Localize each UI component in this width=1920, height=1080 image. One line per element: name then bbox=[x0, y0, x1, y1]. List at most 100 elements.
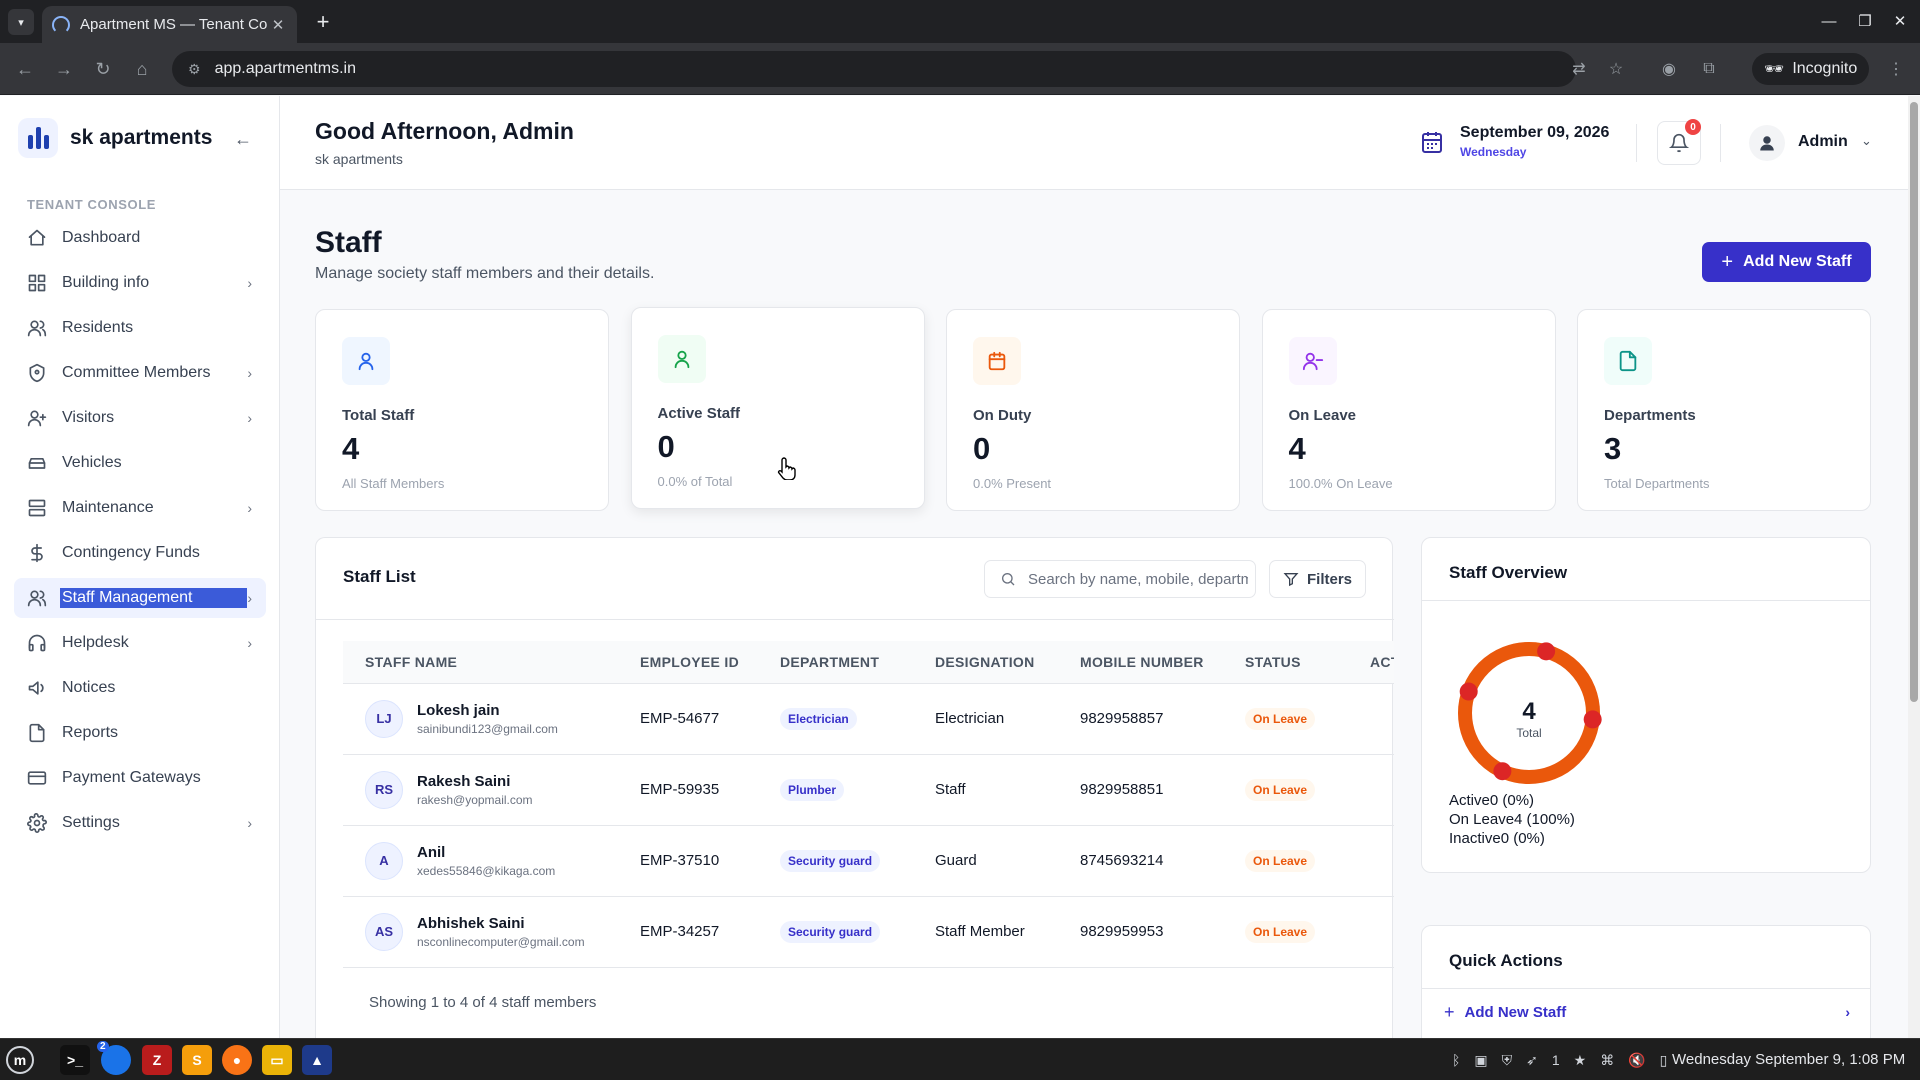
sidebar-item-label: Payment Gateways bbox=[62, 769, 201, 786]
table-row[interactable]: LJ Lokesh jain sainibundi123@gmail.com EMP-… bbox=[343, 683, 1394, 755]
sidebar-item-payment-gateways[interactable]: Payment Gateways bbox=[14, 758, 266, 798]
sidebar-item-dashboard[interactable]: Dashboard bbox=[14, 218, 266, 258]
brand-logo-icon bbox=[18, 118, 58, 158]
table-header-row: STAFF NAME EMPLOYEE ID DEPARTMENT DESIGNATI… bbox=[343, 641, 1394, 684]
dollar-icon bbox=[26, 542, 48, 564]
sidebar-item-vehicles[interactable]: Vehicles bbox=[14, 443, 266, 483]
quick-actions-card: Quick Actions + Add New Staff › bbox=[1421, 925, 1871, 1038]
document-icon bbox=[1604, 337, 1652, 385]
bookmark-star-icon[interactable]: ☆ bbox=[1601, 51, 1631, 87]
donut-marker[interactable] bbox=[1493, 762, 1512, 781]
column-header: ACTIONS bbox=[1348, 641, 1394, 684]
table-row[interactable]: AS Abhishek Saini nsconlinecomputer@gmail.… bbox=[343, 896, 1394, 968]
new-tab-button[interactable]: + bbox=[310, 9, 336, 35]
filters-button[interactable]: Filters bbox=[1269, 560, 1366, 598]
volume-muted-icon[interactable]: 🔇 bbox=[1628, 1052, 1645, 1069]
brand[interactable]: sk apartments bbox=[18, 118, 212, 158]
address-bar[interactable]: ⚙ app.apartmentms.in bbox=[172, 51, 1576, 87]
scrollbar-thumb[interactable] bbox=[1910, 102, 1918, 702]
staff-email: sainibundi123@gmail.com bbox=[417, 721, 558, 736]
employee-id: EMP-54677 bbox=[618, 683, 758, 755]
extensions-icon[interactable]: ⧉ bbox=[1694, 51, 1724, 87]
sidebar-item-building-info[interactable]: Building info › bbox=[14, 263, 266, 303]
extension-color-icon[interactable]: ◉ bbox=[1654, 51, 1684, 87]
search-icon bbox=[1002, 573, 1015, 586]
employee-id: EMP-37510 bbox=[618, 825, 758, 897]
star-tray-icon[interactable]: ★ bbox=[1574, 1052, 1587, 1069]
header-divider bbox=[1720, 124, 1721, 162]
sidebar-item-reports[interactable]: Reports bbox=[14, 713, 266, 753]
files-icon[interactable]: ▭ bbox=[262, 1045, 292, 1075]
chevron-down-icon[interactable]: ⌄ bbox=[1861, 133, 1872, 149]
battery-icon[interactable]: ▯ bbox=[1660, 1052, 1668, 1069]
page-scrollbar[interactable] bbox=[1908, 96, 1920, 1038]
mobile-number: 9829959953 bbox=[1058, 896, 1223, 968]
forward-icon[interactable]: → bbox=[51, 56, 77, 82]
start-menu-icon[interactable]: m bbox=[6, 1046, 34, 1074]
sidebar-item-residents[interactable]: Residents bbox=[14, 308, 266, 348]
taskbar-clock[interactable]: Wednesday September 9, 1:08 PM bbox=[1672, 1051, 1905, 1068]
staff-list-card: Staff List Filters STAFF NAMEEMPLOYEE ID… bbox=[315, 537, 1394, 1038]
site-info-icon[interactable]: ⚙ bbox=[188, 61, 201, 78]
staff-table-container[interactable]: STAFF NAME EMPLOYEE ID DEPARTMENT DESIGNATI… bbox=[343, 641, 1394, 971]
translate-icon[interactable]: ⇄ bbox=[1564, 51, 1594, 87]
minimize-icon[interactable]: — bbox=[1815, 8, 1843, 34]
sidebar-item-staff-management[interactable]: Staff Management › bbox=[14, 578, 266, 618]
sidebar-item-visitors[interactable]: Visitors › bbox=[14, 398, 266, 438]
maximize-icon[interactable]: ❐ bbox=[1851, 8, 1879, 34]
donut-marker[interactable] bbox=[1459, 682, 1478, 701]
network-icon[interactable]: ⌘ bbox=[1600, 1052, 1614, 1069]
sidebar-item-notices[interactable]: Notices bbox=[14, 668, 266, 708]
shield-tray-icon[interactable]: ⛨ bbox=[1502, 1052, 1513, 1069]
actions-cell[interactable] bbox=[1348, 825, 1394, 897]
stat-value: 0 bbox=[973, 431, 991, 466]
window-close-icon[interactable]: ✕ bbox=[1886, 8, 1914, 34]
browser-tab[interactable]: Apartment MS — Tenant Co ✕ bbox=[42, 6, 297, 43]
firefox-icon[interactable]: ● bbox=[222, 1045, 252, 1075]
users-icon bbox=[26, 587, 48, 609]
actions-cell[interactable] bbox=[1348, 754, 1394, 826]
sidebar-item-settings[interactable]: Settings › bbox=[14, 803, 266, 843]
tab-close-icon[interactable]: ✕ bbox=[269, 16, 287, 34]
incognito-indicator[interactable]: 🕶 Incognito bbox=[1752, 53, 1870, 85]
table-row[interactable]: RS Rakesh Saini rakesh@yopmail.com EMP-5993… bbox=[343, 754, 1394, 826]
search-input[interactable] bbox=[1028, 570, 1248, 588]
mobile-number: 8745693214 bbox=[1058, 825, 1223, 897]
reload-icon[interactable]: ↻ bbox=[90, 56, 116, 82]
user-avatar-icon[interactable] bbox=[1749, 125, 1785, 161]
sidebar-item-committee-members[interactable]: Committee Members › bbox=[14, 353, 266, 393]
back-icon[interactable]: ← bbox=[12, 56, 38, 82]
column-header: STAFF NAME bbox=[343, 641, 618, 684]
bluetooth-icon[interactable]: ᛒ bbox=[1452, 1052, 1460, 1068]
browser-menu-icon[interactable]: ⋮ bbox=[1881, 51, 1911, 87]
sidebar-item-contingency-funds[interactable]: Contingency Funds bbox=[14, 533, 266, 573]
home-icon bbox=[26, 227, 48, 249]
sidebar-item-label: Building info bbox=[62, 274, 150, 291]
sidebar-item-maintenance[interactable]: Maintenance › bbox=[14, 488, 266, 528]
rocket-icon[interactable]: ➶ bbox=[1526, 1052, 1538, 1069]
stat-label: Active Staff bbox=[657, 405, 741, 422]
home-icon[interactable]: ⌂ bbox=[129, 56, 155, 82]
page-title: Staff bbox=[315, 226, 382, 259]
filezilla-icon[interactable]: Z bbox=[142, 1045, 172, 1075]
table-row[interactable]: A Anil xedes55846@kikaga.com EMP-37510 Secur… bbox=[343, 825, 1394, 897]
quick-action-add-staff[interactable]: + Add New Staff › bbox=[1444, 994, 1850, 1030]
terminal-icon[interactable]: >_ bbox=[60, 1045, 90, 1075]
chrome-icon[interactable]: 2 bbox=[97, 1041, 131, 1075]
donut-marker[interactable] bbox=[1583, 710, 1602, 729]
actions-cell[interactable] bbox=[1348, 683, 1394, 755]
app-launcher-icon[interactable]: ▲ bbox=[302, 1045, 332, 1075]
sublime-icon[interactable]: S bbox=[182, 1045, 212, 1075]
user-name[interactable]: Admin bbox=[1798, 133, 1848, 151]
clipboard-icon[interactable]: ▣ bbox=[1474, 1052, 1487, 1069]
tab-search-icon[interactable]: ▾ bbox=[8, 9, 34, 35]
donut-marker[interactable] bbox=[1537, 642, 1556, 661]
search-box[interactable] bbox=[984, 560, 1256, 598]
collapse-sidebar-icon[interactable]: ← bbox=[230, 126, 256, 152]
headphones-icon bbox=[26, 632, 48, 654]
add-new-staff-button[interactable]: + Add New Staff bbox=[1702, 242, 1871, 282]
user-plus-icon bbox=[26, 407, 48, 429]
sidebar-item-helpdesk[interactable]: Helpdesk › bbox=[14, 623, 266, 663]
society-name: sk apartments bbox=[315, 151, 403, 167]
actions-cell[interactable] bbox=[1348, 896, 1394, 968]
